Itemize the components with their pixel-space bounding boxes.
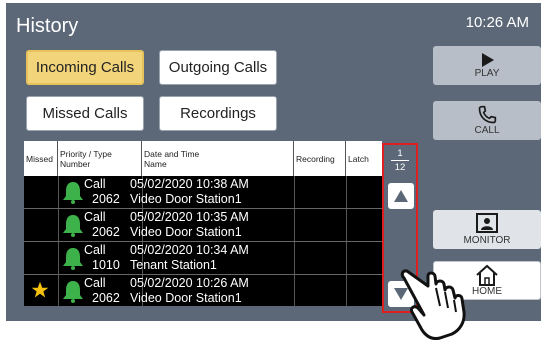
- table-header: Missed Priority / Type Number Date and Ti…: [24, 141, 382, 176]
- star-icon: [31, 281, 49, 298]
- tab-recordings[interactable]: Recordings: [159, 96, 277, 131]
- call-datetime: 05/02/2020 10:38 AM Video Door Station1: [130, 177, 249, 206]
- page-title: History: [16, 15, 79, 37]
- arrow-up-icon: [394, 190, 408, 202]
- bell-icon: [63, 215, 83, 237]
- table-row[interactable]: Call 2062 05/02/2020 10:35 AM Video Door S…: [24, 209, 382, 242]
- bell-icon: [63, 248, 83, 270]
- tab-outgoing-calls[interactable]: Outgoing Calls: [159, 50, 277, 85]
- play-button[interactable]: PLAY: [433, 46, 541, 85]
- clock: 10:26 AM: [465, 14, 529, 31]
- page-indicator: 1 12: [384, 148, 416, 173]
- play-icon: [482, 53, 494, 67]
- call-type: Call 2062: [84, 210, 120, 239]
- phone-icon: [478, 105, 497, 124]
- col-date-time: Date and Time Name: [142, 141, 294, 176]
- col-missed: Missed: [24, 141, 58, 176]
- tab-missed-calls[interactable]: Missed Calls: [26, 96, 144, 131]
- call-datetime: 05/02/2020 10:35 AM Video Door Station1: [130, 210, 249, 239]
- call-type: Call 2062: [84, 276, 120, 305]
- table-row[interactable]: Call 1010 05/02/2020 10:34 AM Tenant Stati…: [24, 242, 382, 275]
- call-datetime: 05/02/2020 10:26 AM Video Door Station1: [130, 276, 249, 305]
- history-table: Missed Priority / Type Number Date and Ti…: [24, 141, 382, 306]
- call-button[interactable]: CALL: [433, 101, 541, 140]
- monitor-icon: [476, 213, 498, 233]
- monitor-button[interactable]: MONITOR: [433, 210, 541, 249]
- bell-icon: [63, 281, 83, 303]
- col-priority-type: Priority / Type Number: [58, 141, 142, 176]
- home-icon: [476, 264, 498, 286]
- table-row[interactable]: Call 2062 05/02/2020 10:26 AM Video Door S…: [24, 275, 382, 308]
- call-datetime: 05/02/2020 10:34 AM Tenant Station1: [130, 243, 249, 272]
- hand-pointer-icon: [400, 269, 466, 340]
- call-type: Call 1010: [84, 243, 120, 272]
- bell-icon: [63, 182, 83, 204]
- scroll-up-button[interactable]: [388, 183, 414, 209]
- table-row[interactable]: Call 2062 05/02/2020 10:38 AM Video Door S…: [24, 176, 382, 209]
- call-type: Call 2062: [84, 177, 120, 206]
- tab-incoming-calls[interactable]: Incoming Calls: [26, 50, 144, 85]
- col-recording: Recording: [294, 141, 346, 176]
- col-latch: Latch: [348, 153, 369, 164]
